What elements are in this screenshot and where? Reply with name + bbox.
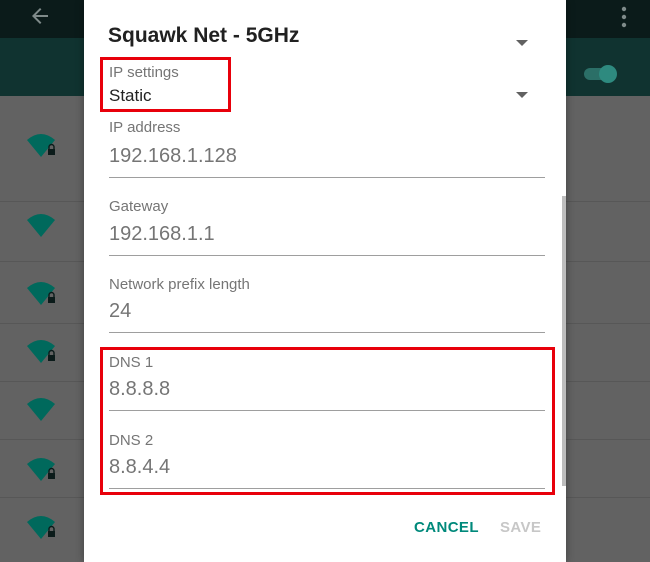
network-dropdown-arrow-icon[interactable] <box>516 40 528 46</box>
gateway-field[interactable] <box>109 220 545 256</box>
dns2-label: DNS 2 <box>109 432 154 449</box>
network-config-dialog: Squawk Net - 5GHz IP settings Static IP … <box>84 0 566 562</box>
ip-settings-dropdown-arrow-icon[interactable] <box>516 92 528 98</box>
ip-address-label: IP address <box>109 119 181 136</box>
wifi-signal-icon <box>27 398 55 421</box>
wifi-toggle[interactable] <box>582 64 618 84</box>
dns1-field[interactable] <box>109 375 545 411</box>
save-button[interactable]: SAVE <box>500 519 541 536</box>
cancel-button[interactable]: CANCEL <box>414 519 479 536</box>
wifi-signal-icon <box>27 134 55 157</box>
dns2-field[interactable] <box>109 453 545 489</box>
gateway-label: Gateway <box>109 198 169 215</box>
more-vert-icon[interactable] <box>620 6 628 28</box>
dns1-label: DNS 1 <box>109 354 154 371</box>
arrow-back-icon[interactable] <box>28 4 52 28</box>
wifi-signal-icon <box>27 516 55 539</box>
prefix-length-label: Network prefix length <box>109 276 250 293</box>
ip-address-field[interactable] <box>109 142 545 178</box>
wifi-signal-icon <box>27 214 55 237</box>
ip-settings-select[interactable]: Static <box>109 86 152 106</box>
dialog-scrollbar[interactable] <box>562 196 566 486</box>
wifi-signal-icon <box>27 458 55 481</box>
wifi-signal-icon <box>27 282 55 305</box>
ip-settings-label: IP settings <box>109 64 179 81</box>
dialog-title: Squawk Net - 5GHz <box>108 24 300 47</box>
prefix-length-field[interactable] <box>109 297 545 333</box>
wifi-signal-icon <box>27 340 55 363</box>
